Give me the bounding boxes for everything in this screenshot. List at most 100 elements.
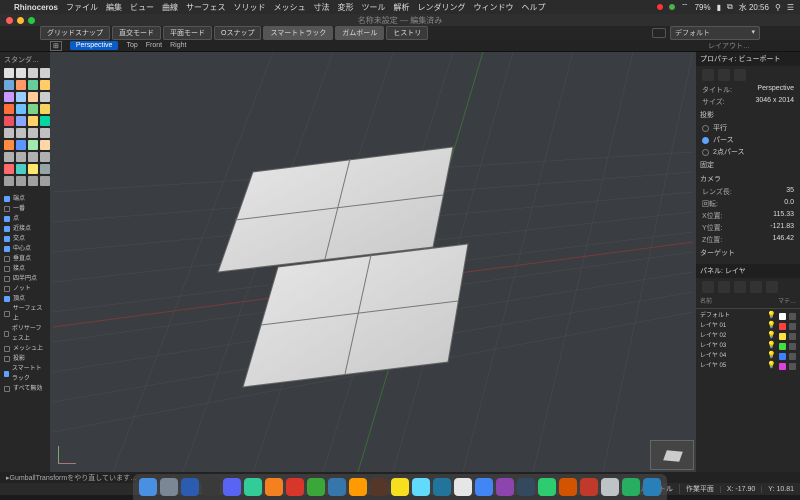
- snap-toggle[interactable]: スマートトラック: [263, 26, 333, 40]
- delete-layer-icon[interactable]: [718, 281, 730, 293]
- tool-button[interactable]: [40, 140, 50, 150]
- tool-button[interactable]: [16, 176, 26, 186]
- display-mode-icon[interactable]: [652, 28, 666, 38]
- snap-toggle[interactable]: Oスナップ: [214, 26, 261, 40]
- dock-app-icon[interactable]: [349, 478, 367, 496]
- dock-app-icon[interactable]: [307, 478, 325, 496]
- osnap-option[interactable]: 接点: [4, 264, 46, 274]
- tool-button[interactable]: [28, 176, 38, 186]
- osnap-option[interactable]: ポリサーフェス上: [4, 324, 46, 344]
- dock-app-icon[interactable]: [202, 478, 220, 496]
- menu-item[interactable]: ソリッド: [234, 2, 266, 13]
- menu-item[interactable]: 曲線: [162, 2, 178, 13]
- menu-item[interactable]: ウィンドウ: [474, 2, 514, 13]
- app-menu[interactable]: Rhinoceros: [14, 3, 58, 12]
- osnap-option[interactable]: 交点: [4, 234, 46, 244]
- prop-value[interactable]: -121.83: [770, 223, 794, 233]
- layer-row[interactable]: レイヤ 04💡: [700, 351, 796, 361]
- menu-item[interactable]: ツール: [362, 2, 386, 13]
- osnap-option[interactable]: 頂点: [4, 294, 46, 304]
- tool-button[interactable]: [4, 116, 14, 126]
- layer-down-icon[interactable]: [750, 281, 762, 293]
- tool-button[interactable]: [40, 116, 50, 126]
- tool-button[interactable]: [4, 80, 14, 90]
- tool-button[interactable]: [28, 128, 38, 138]
- layer-row[interactable]: デフォルト💡: [700, 311, 796, 321]
- object-tab-icon[interactable]: [702, 69, 714, 81]
- tool-button[interactable]: [16, 152, 26, 162]
- layer-props-icon[interactable]: [766, 281, 778, 293]
- material-tab-icon[interactable]: [718, 69, 730, 81]
- dock-app-icon[interactable]: [622, 478, 640, 496]
- tool-button[interactable]: [40, 68, 50, 78]
- dock-app-icon[interactable]: [265, 478, 283, 496]
- snap-toggle[interactable]: 直交モード: [112, 26, 161, 40]
- close-button[interactable]: [6, 17, 13, 24]
- osnap-option[interactable]: 投影: [4, 354, 46, 364]
- prop-value[interactable]: 146.42: [773, 235, 794, 245]
- layer-row[interactable]: レイヤ 03💡: [700, 341, 796, 351]
- texture-tab-icon[interactable]: [734, 69, 746, 81]
- osnap-option[interactable]: 四半円点: [4, 274, 46, 284]
- tool-button[interactable]: [4, 140, 14, 150]
- visibility-icon[interactable]: 💡: [767, 331, 776, 341]
- osnap-option[interactable]: 端点: [4, 194, 46, 204]
- snap-toggle[interactable]: ヒストリ: [386, 26, 428, 40]
- dock-app-icon[interactable]: [160, 478, 178, 496]
- dock-app-icon[interactable]: [433, 478, 451, 496]
- viewport-thumbnail[interactable]: [650, 440, 694, 470]
- tool-button[interactable]: [4, 92, 14, 102]
- layer-material-swatch[interactable]: [789, 313, 796, 320]
- viewport-tab[interactable]: Front: [146, 42, 162, 49]
- dock-app-icon[interactable]: [139, 478, 157, 496]
- layer-material-swatch[interactable]: [789, 343, 796, 350]
- layer-material-swatch[interactable]: [789, 323, 796, 330]
- tool-button[interactable]: [28, 104, 38, 114]
- tool-button[interactable]: [40, 164, 50, 174]
- tool-button[interactable]: [28, 164, 38, 174]
- layer-row[interactable]: レイヤ 05💡: [700, 361, 796, 371]
- prop-value[interactable]: 0.0: [784, 199, 794, 209]
- tool-button[interactable]: [16, 116, 26, 126]
- layer-row[interactable]: レイヤ 02💡: [700, 331, 796, 341]
- projection-option[interactable]: 2点パース: [696, 146, 800, 158]
- tool-button[interactable]: [40, 80, 50, 90]
- tool-button[interactable]: [28, 80, 38, 90]
- spotlight-icon[interactable]: ⚲: [775, 3, 781, 12]
- snap-toggle[interactable]: ガムボール: [335, 26, 384, 40]
- dock-app-icon[interactable]: [559, 478, 577, 496]
- tool-button[interactable]: [4, 68, 14, 78]
- minimize-button[interactable]: [17, 17, 24, 24]
- tool-button[interactable]: [4, 128, 14, 138]
- viewport-tab-active[interactable]: Perspective: [70, 41, 119, 50]
- dock-app-icon[interactable]: [370, 478, 388, 496]
- dock-app-icon[interactable]: [391, 478, 409, 496]
- dock-app-icon[interactable]: [454, 478, 472, 496]
- layer-color-swatch[interactable]: [779, 353, 786, 360]
- viewport-grid-icon[interactable]: ⊞: [50, 41, 62, 51]
- osnap-option[interactable]: サーフェス上: [4, 304, 46, 324]
- snap-toggle[interactable]: グリッドスナップ: [40, 26, 110, 40]
- osnap-option[interactable]: 垂直点: [4, 254, 46, 264]
- layout-button[interactable]: レイアウト…: [708, 41, 750, 51]
- projection-option[interactable]: 平行: [696, 122, 800, 134]
- tool-button[interactable]: [16, 92, 26, 102]
- tool-button[interactable]: [16, 164, 26, 174]
- dock-app-icon[interactable]: [601, 478, 619, 496]
- layer-color-swatch[interactable]: [779, 323, 786, 330]
- viewport-tab[interactable]: Right: [170, 42, 186, 49]
- dock-app-icon[interactable]: [580, 478, 598, 496]
- layer-row[interactable]: レイヤ 01💡: [700, 321, 796, 331]
- visibility-icon[interactable]: 💡: [767, 361, 776, 371]
- layer-material-swatch[interactable]: [789, 353, 796, 360]
- tool-button[interactable]: [16, 104, 26, 114]
- tool-button[interactable]: [4, 164, 14, 174]
- menu-item[interactable]: サーフェス: [186, 2, 226, 13]
- menu-item[interactable]: 解析: [394, 2, 410, 13]
- dock-app-icon[interactable]: [181, 478, 199, 496]
- layer-color-swatch[interactable]: [779, 363, 786, 370]
- tool-button[interactable]: [16, 80, 26, 90]
- dock-app-icon[interactable]: [286, 478, 304, 496]
- layer-color-swatch[interactable]: [779, 313, 786, 320]
- tool-button[interactable]: [16, 128, 26, 138]
